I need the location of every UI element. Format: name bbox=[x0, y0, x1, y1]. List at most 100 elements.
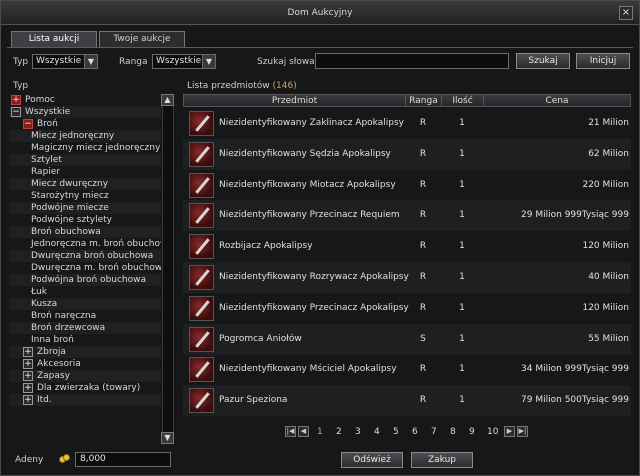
scroll-down-icon[interactable]: ▼ bbox=[161, 432, 174, 444]
tree-item[interactable]: Miecz dwuręczny bbox=[9, 178, 161, 190]
table-row[interactable]: Pogromca Aniołów S 1 55 Milion bbox=[183, 323, 631, 355]
weapon-icon bbox=[189, 141, 214, 167]
tree-item[interactable]: Jednoręczna m. broń obuchowa bbox=[9, 238, 161, 250]
tree-item-label: Zbroja bbox=[37, 347, 66, 357]
tree-item-label: Podwójna broń obuchowa bbox=[31, 275, 147, 285]
tree-item[interactable]: + Pomoc bbox=[9, 94, 161, 106]
first-page-icon[interactable]: |◀ bbox=[285, 426, 296, 437]
tree-item[interactable]: Dwuręczna broń obuchowa bbox=[9, 250, 161, 262]
rank-filter-select[interactable]: Wszystkie ▼ bbox=[152, 54, 216, 69]
tree-item[interactable]: Starożytny miecz bbox=[9, 190, 161, 202]
table-row[interactable]: Pazur Speziona R 1 79 Milion 500Tysiąc 999 bbox=[183, 385, 631, 417]
item-rank: R bbox=[419, 241, 427, 252]
title-bar[interactable]: Dom Aukcyjny × bbox=[1, 1, 639, 25]
expand-icon[interactable]: + bbox=[23, 359, 33, 369]
scroll-up-icon[interactable]: ▲ bbox=[161, 94, 174, 106]
adena-amount: 8,000 bbox=[75, 452, 171, 467]
tree-item[interactable]: Magiczny miecz jednoręczny bbox=[9, 142, 161, 154]
tree-item[interactable]: Kusza bbox=[9, 298, 161, 310]
coins-icon bbox=[59, 454, 71, 464]
close-icon[interactable]: × bbox=[619, 6, 633, 20]
tree-scrollbar[interactable] bbox=[162, 94, 174, 443]
refresh-button[interactable]: Odśwież bbox=[341, 452, 403, 468]
tree-item[interactable]: Podwójne miecze bbox=[9, 202, 161, 214]
item-rank: R bbox=[419, 364, 427, 375]
search-button[interactable]: Szukaj bbox=[516, 53, 570, 69]
tree-item-label: Podwójne sztylety bbox=[31, 215, 112, 225]
tree-item[interactable]: + Akcesoria bbox=[9, 358, 161, 370]
item-quantity: 1 bbox=[459, 333, 465, 344]
tree-item[interactable]: Broń obuchowa bbox=[9, 226, 161, 238]
column-price[interactable]: Cena bbox=[484, 95, 630, 107]
table-row[interactable]: Niezidentyfikowany Sędzia Apokalipsy R 1 62… bbox=[183, 138, 631, 170]
page-number[interactable]: 7 bbox=[431, 426, 437, 438]
tree-item[interactable]: Inna broń bbox=[9, 334, 161, 346]
expand-icon[interactable]: + bbox=[23, 395, 33, 405]
page-number[interactable]: 10 bbox=[487, 426, 498, 438]
expand-icon[interactable]: + bbox=[23, 371, 33, 381]
item-price: 120 Milion bbox=[582, 241, 629, 252]
column-item[interactable]: Przedmiot bbox=[184, 95, 406, 107]
tree-item-label: Miecz dwuręczny bbox=[31, 179, 109, 189]
tree-item[interactable]: + Zapasy bbox=[9, 370, 161, 382]
tree-item[interactable]: − Broń bbox=[9, 118, 161, 130]
table-row[interactable]: Niezidentyfikowany Przecinacz Requiem R 1 2… bbox=[183, 200, 631, 232]
item-rank: R bbox=[419, 302, 427, 313]
tab-my-auctions[interactable]: Twoje aukcje bbox=[99, 31, 185, 47]
tree-item[interactable]: + Itd. bbox=[9, 394, 161, 406]
tab-auction-list[interactable]: Lista aukcji bbox=[11, 31, 97, 47]
table-row[interactable]: Niezidentyfikowany Przecinacz Apokalipsy… bbox=[183, 293, 631, 324]
expand-icon[interactable]: + bbox=[23, 383, 33, 393]
page-number[interactable]: 5 bbox=[393, 426, 399, 438]
tree-item[interactable]: + Zbroja bbox=[9, 346, 161, 358]
page-number[interactable]: 1 bbox=[317, 426, 323, 438]
collapse-icon[interactable]: − bbox=[11, 107, 21, 117]
reset-button[interactable]: Inicjuj bbox=[576, 53, 630, 69]
buy-button[interactable]: Zakup bbox=[411, 452, 473, 468]
page-number[interactable]: 9 bbox=[469, 426, 475, 438]
tree-item[interactable]: Podwójne sztylety bbox=[9, 214, 161, 226]
item-name: Pazur Speziona bbox=[219, 395, 288, 406]
chevron-down-icon: ▼ bbox=[84, 55, 97, 68]
table-row[interactable]: Niezidentyfikowany Zaklinacz Apokalipsy R… bbox=[183, 108, 631, 139]
prev-page-icon[interactable]: ◀ bbox=[298, 426, 309, 437]
tree-item-label: Sztylet bbox=[31, 155, 62, 165]
tree-item[interactable]: + Dla zwierzaka (towary) bbox=[9, 382, 161, 394]
expand-icon[interactable]: + bbox=[23, 347, 33, 357]
weapon-icon bbox=[189, 234, 214, 260]
tree-item-label: Rapier bbox=[31, 167, 61, 177]
tree-item[interactable]: Łuk bbox=[9, 286, 161, 298]
tree-item[interactable]: Rapier bbox=[9, 166, 161, 178]
table-row[interactable]: Niezidentyfikowany Mściciel Apokalipsy R 1… bbox=[183, 354, 631, 385]
tab-divider bbox=[7, 47, 633, 48]
column-rank[interactable]: Ranga bbox=[406, 95, 442, 107]
next-page-icon[interactable]: ▶ bbox=[504, 426, 515, 437]
search-input[interactable] bbox=[315, 53, 509, 69]
item-quantity: 1 bbox=[459, 118, 465, 128]
column-quantity[interactable]: Ilość bbox=[442, 95, 484, 107]
tree-item-label: Broń obuchowa bbox=[31, 227, 101, 237]
table-row[interactable]: Niezidentyfikowany Miotacz Apokalipsy R 1 2… bbox=[183, 170, 631, 201]
expand-icon[interactable]: + bbox=[11, 95, 21, 105]
page-number[interactable]: 3 bbox=[355, 426, 361, 438]
tree-item-label: Podwójne miecze bbox=[31, 203, 109, 213]
page-number[interactable]: 8 bbox=[450, 426, 456, 438]
collapse-icon[interactable]: − bbox=[23, 119, 33, 129]
table-row[interactable]: Niezidentyfikowany Rozrywacz Apokalipsy R… bbox=[183, 262, 631, 293]
item-rank: R bbox=[419, 148, 427, 159]
tree-item[interactable]: Dwuręczna m. broń obuchowa bbox=[9, 262, 161, 274]
tree-item[interactable]: Broń drzewcowa bbox=[9, 322, 161, 334]
tree-item[interactable]: − Wszystkie bbox=[9, 106, 161, 118]
item-rank: R bbox=[419, 210, 427, 221]
tree-item[interactable]: Podwójna broń obuchowa bbox=[9, 274, 161, 286]
type-filter-select[interactable]: Wszystkie ▼ bbox=[32, 54, 98, 69]
last-page-icon[interactable]: ▶| bbox=[517, 426, 528, 437]
page-number[interactable]: 2 bbox=[336, 426, 342, 438]
table-row[interactable]: Rozbijacz Apokalipsy R 1 120 Milion bbox=[183, 231, 631, 262]
page-number[interactable]: 4 bbox=[374, 426, 380, 438]
tree-item[interactable]: Broń naręczna bbox=[9, 310, 161, 322]
tree-item[interactable]: Sztylet bbox=[9, 154, 161, 166]
tree-item[interactable]: Miecz jednoręczny bbox=[9, 130, 161, 142]
page-number[interactable]: 6 bbox=[412, 426, 418, 438]
weapon-icon bbox=[189, 172, 214, 198]
